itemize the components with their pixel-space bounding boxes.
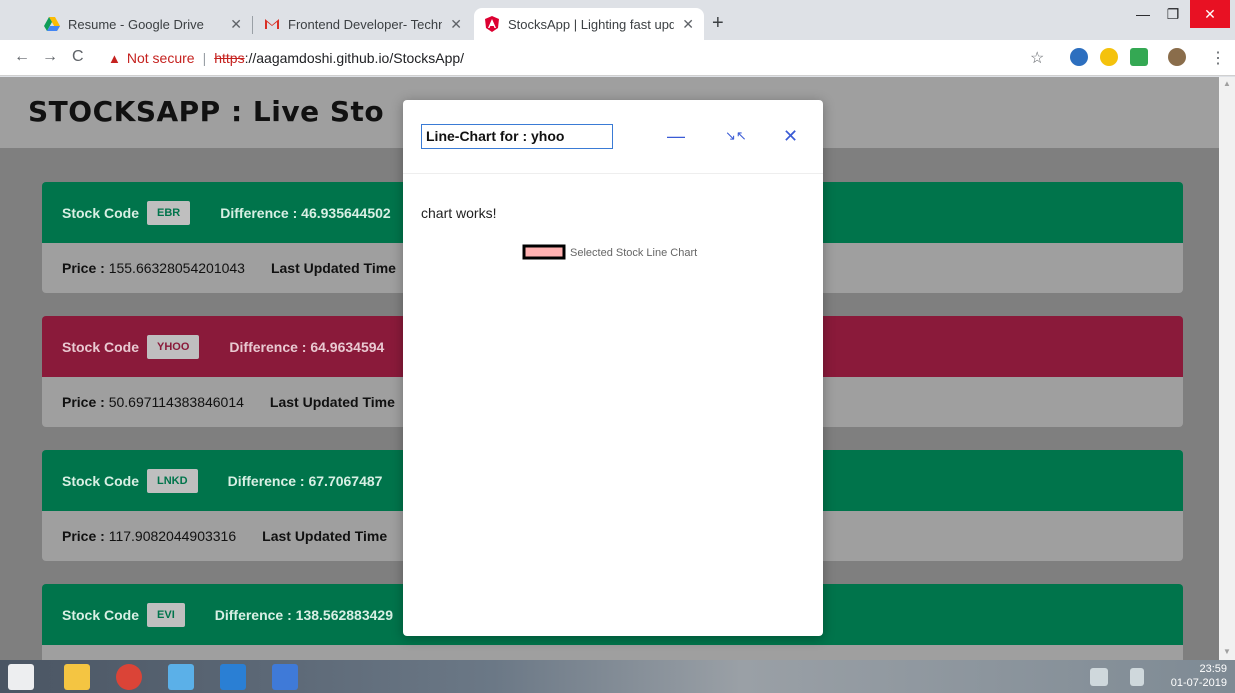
extension-moon-icon[interactable] [1100, 48, 1118, 66]
stock-price: 155.66328054201043 [108, 260, 245, 276]
price-label: Price : [62, 260, 105, 276]
stock-code-badge: LNKD [147, 468, 198, 493]
extension-eye-icon[interactable] [1070, 48, 1088, 66]
stock-code-badge: EVI [147, 602, 185, 627]
url-scheme: https [214, 50, 245, 66]
close-icon[interactable]: ✕ [682, 16, 694, 33]
url-rest: ://aagamdoshi.github.io/StocksApp/ [244, 50, 465, 66]
tab-title: Resume - Google Drive [68, 16, 204, 32]
gmail-icon [264, 16, 280, 32]
last-updated-label: Last Updated Time [269, 394, 395, 410]
stock-difference: Difference : 138.562883429 [214, 606, 393, 623]
line-chart: 2030405060708090100JanuaryFebruaryMarchA… [522, 244, 697, 260]
stock-code-label: Stock Code [62, 472, 140, 489]
tab-title: StocksApp | Lighting fast update [508, 16, 675, 32]
dialog-body-text: chart works! [421, 205, 497, 221]
close-window-button[interactable]: ✕ [1190, 0, 1230, 28]
battery-icon[interactable] [1130, 668, 1144, 686]
page-title: STOCKSAPP : Live Sto [28, 95, 385, 128]
tab-google-drive[interactable]: Resume - Google Drive ✕ [34, 8, 252, 40]
chrome-icon[interactable] [116, 664, 142, 690]
angular-icon [484, 16, 500, 32]
scroll-down-icon[interactable]: ▼ [1223, 647, 1231, 656]
close-icon[interactable]: ✕ [450, 16, 462, 33]
minimize-dialog-button[interactable]: — [667, 126, 685, 147]
stock-card-body [42, 645, 1183, 660]
extension-cors-icon[interactable] [1130, 48, 1148, 66]
not-secure-label: Not secure [126, 50, 195, 66]
legend-label: Selected Stock Line Chart [570, 247, 697, 259]
network-icon[interactable] [1090, 668, 1108, 686]
more-menu-icon[interactable]: ⋮ [1210, 48, 1226, 68]
back-icon[interactable]: ← [14, 48, 30, 66]
close-dialog-button[interactable]: ✕ [783, 126, 798, 147]
price-label: Price : [62, 394, 105, 410]
stock-code-label: Stock Code [62, 204, 140, 221]
collapse-dialog-button[interactable]: ↘↖ [725, 128, 747, 144]
close-icon[interactable]: ✕ [230, 16, 242, 33]
avatar[interactable] [1168, 48, 1186, 66]
stock-code-badge: EBR [147, 200, 191, 225]
tab-stocksapp[interactable]: StocksApp | Lighting fast update ✕ [474, 8, 704, 40]
tab-title: Frontend Developer- Technical T [288, 16, 443, 32]
restore-window-button[interactable]: ❐ [1158, 0, 1188, 28]
file-explorer-icon[interactable] [64, 664, 90, 690]
last-updated-label: Last Updated Time [262, 528, 388, 544]
minimize-window-button[interactable]: — [1128, 0, 1158, 28]
browser-tab-bar: Resume - Google Drive ✕ Frontend Develop… [0, 0, 1235, 40]
chart-dialog: Line-Chart for : yhoo — ↘↖ ✕ chart works… [403, 100, 823, 636]
scroll-up-icon[interactable]: ▲ [1223, 79, 1231, 88]
legend-swatch [522, 244, 566, 260]
dialog-title[interactable]: Line-Chart for : yhoo [421, 124, 613, 149]
forward-icon[interactable]: → [42, 48, 58, 66]
google-drive-icon [44, 16, 60, 32]
stock-price: 117.9082044903316 [108, 528, 237, 544]
stock-code-label: Stock Code [62, 606, 140, 623]
browser-toolbar: ← → C ▲ Not secure | https ://aagamdoshi… [0, 40, 1235, 76]
page-scrollbar[interactable]: ▲ ▼ [1219, 77, 1235, 660]
vscode-icon[interactable] [220, 664, 246, 690]
address-bar[interactable]: ▲ Not secure | https ://aagamdoshi.githu… [108, 46, 1008, 70]
clock-date: 01-07-2019 [1170, 677, 1227, 689]
reload-icon[interactable]: C [72, 48, 84, 66]
photos-icon[interactable] [168, 664, 194, 690]
stock-difference: Difference : 67.7067487 [227, 472, 383, 489]
last-updated-label: Last Updated Time [270, 260, 396, 276]
webstorm-icon[interactable] [272, 664, 298, 690]
windows-start-icon[interactable] [8, 664, 34, 690]
stock-difference: Difference : 64.9634594 [229, 338, 385, 355]
taskbar-clock[interactable]: 23:59 01-07-2019 [1171, 662, 1227, 690]
price-label: Price : [62, 528, 105, 544]
stock-code-label: Stock Code [62, 338, 140, 355]
stock-difference: Difference : 46.935644502 [220, 204, 391, 221]
stock-price: 50.697114383846014 [108, 394, 244, 410]
windows-taskbar: 23:59 01-07-2019 [0, 660, 1235, 693]
bookmark-star-icon[interactable]: ☆ [1030, 48, 1044, 68]
warning-icon: ▲ [108, 50, 121, 66]
stock-code-badge: YHOO [147, 334, 200, 359]
tab-gmail[interactable]: Frontend Developer- Technical T ✕ [254, 8, 472, 40]
new-tab-button[interactable]: + [712, 12, 724, 35]
clock-time: 23:59 [1199, 663, 1227, 675]
